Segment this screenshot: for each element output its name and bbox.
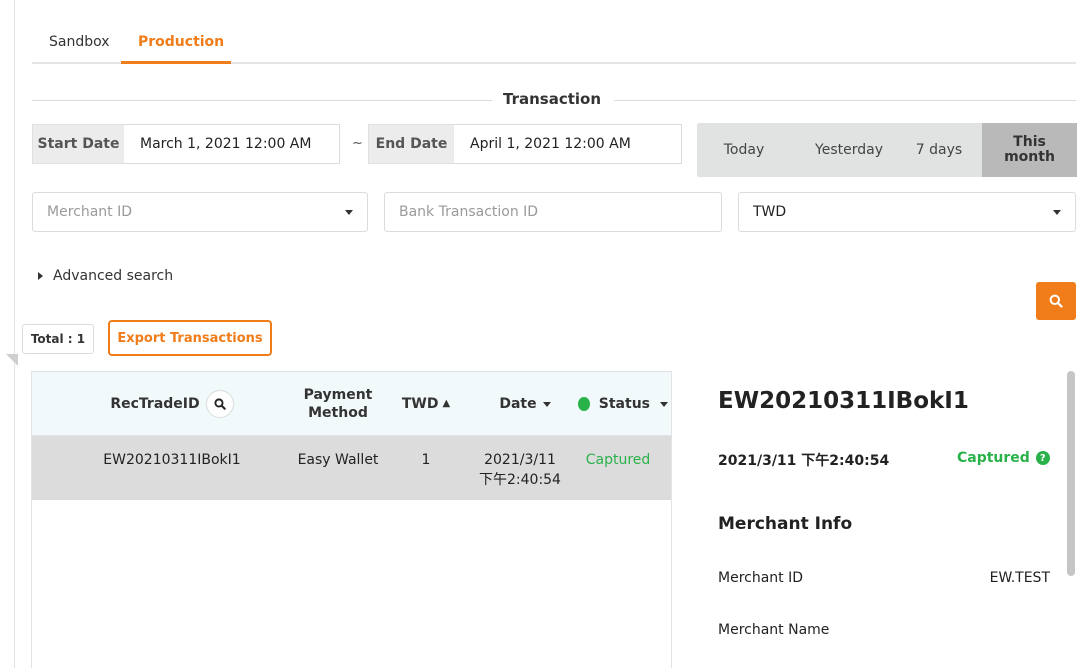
export-transactions-button[interactable]: Export Transactions [108, 320, 272, 356]
triangle-right-icon [38, 272, 43, 280]
merchant-name-label: Merchant Name [718, 622, 830, 638]
currency-value: TWD [753, 204, 787, 220]
date-separator: ~ [352, 136, 363, 151]
start-date-input[interactable]: March 1, 2021 12:00 AM [124, 124, 340, 164]
search-icon [1049, 294, 1063, 308]
section-divider-right [614, 100, 1076, 101]
column-payment-method[interactable]: Payment Method [294, 372, 382, 436]
active-tab-indicator [121, 61, 231, 64]
column-amount[interactable]: TWD ▲︎ [390, 372, 462, 436]
merchant-id-label: Merchant ID [718, 570, 804, 586]
detail-status: Captured ? [957, 450, 1050, 466]
detail-title: EW20210311IBokI1 [718, 388, 969, 414]
section-divider-left [32, 100, 492, 101]
search-icon [214, 398, 226, 410]
quick-range-yesterday[interactable]: Yesterday [791, 123, 907, 177]
quick-range-today[interactable]: Today [697, 123, 791, 177]
cell-status: Captured [585, 452, 651, 468]
chevron-down-icon [345, 210, 353, 215]
bank-transaction-id-input[interactable]: Bank Transaction ID [384, 192, 722, 232]
currency-select[interactable]: TWD [738, 192, 1076, 232]
cell-amount: 1 [421, 452, 431, 468]
table-header: RecTradeID Payment Method TWD ▲︎ Date St… [32, 372, 671, 436]
help-circle-icon[interactable]: ? [1035, 451, 1050, 465]
search-button[interactable] [1036, 282, 1076, 320]
section-title: Transaction [502, 90, 602, 108]
chevron-down-icon [660, 401, 668, 407]
merchant-id-select[interactable]: Merchant ID [32, 192, 368, 232]
column-status[interactable]: Status [578, 372, 668, 436]
merchant-id-placeholder: Merchant ID [47, 204, 133, 220]
tab-production[interactable]: Production [138, 34, 224, 50]
chevron-down-icon [1053, 210, 1061, 215]
end-date-label: End Date [368, 124, 454, 164]
left-border [14, 0, 15, 668]
merchant-id-value: EW.TEST [989, 570, 1050, 586]
end-date-input[interactable]: April 1, 2021 12:00 AM [454, 124, 682, 164]
column-date[interactable]: Date [480, 372, 570, 436]
cell-date: 2021/3/11 下午2:40:54 [472, 450, 568, 490]
column-rec-trade-id: RecTradeID [72, 372, 272, 436]
quick-range-this-month[interactable]: This month [982, 123, 1077, 177]
column-status-label: Status [598, 396, 650, 412]
cell-payment-method: Easy Wallet [297, 452, 379, 468]
column-date-label: Date [499, 396, 537, 412]
quick-range-group: Today Yesterday 7 days This month [697, 123, 1077, 177]
tab-sandbox[interactable]: Sandbox [49, 34, 110, 50]
environment-tabs: Sandbox Production [32, 24, 1076, 64]
start-date-label: Start Date [32, 124, 124, 164]
quick-range-this-month-label: This month [1004, 134, 1055, 165]
quick-range-7-days[interactable]: 7 days [899, 123, 979, 177]
table-row[interactable]: EW20210311IBokI1 Easy Wallet 1 2021/3/11… [32, 436, 671, 500]
merchant-info-heading: Merchant Info [718, 514, 853, 534]
sort-updown-icon: ▲︎ [442, 398, 451, 409]
advanced-search-label: Advanced search [53, 268, 174, 284]
detail-scrollbar[interactable] [1067, 371, 1075, 576]
sort-down-icon [542, 401, 551, 407]
column-amount-label: TWD [401, 396, 439, 412]
transactions-table: RecTradeID Payment Method TWD ▲︎ Date St… [31, 371, 672, 668]
status-dot-icon [578, 397, 590, 411]
column-search-button[interactable] [205, 390, 234, 418]
badge-pointer [6, 354, 18, 366]
total-count-badge: Total : 1 [22, 324, 94, 354]
column-rec-trade-id-label: RecTradeID [110, 396, 200, 412]
detail-status-label: Captured [957, 450, 1030, 466]
cell-rec-trade-id: EW20210311IBokI1 [103, 452, 241, 468]
bank-transaction-id-placeholder: Bank Transaction ID [399, 204, 539, 220]
cell-date-day: 2021/3/11 [484, 452, 556, 468]
detail-datetime: 2021/3/11 下午2:40:54 [718, 453, 890, 469]
advanced-search-toggle[interactable]: Advanced search [38, 268, 173, 284]
cell-date-time: 下午2:40:54 [479, 472, 561, 488]
